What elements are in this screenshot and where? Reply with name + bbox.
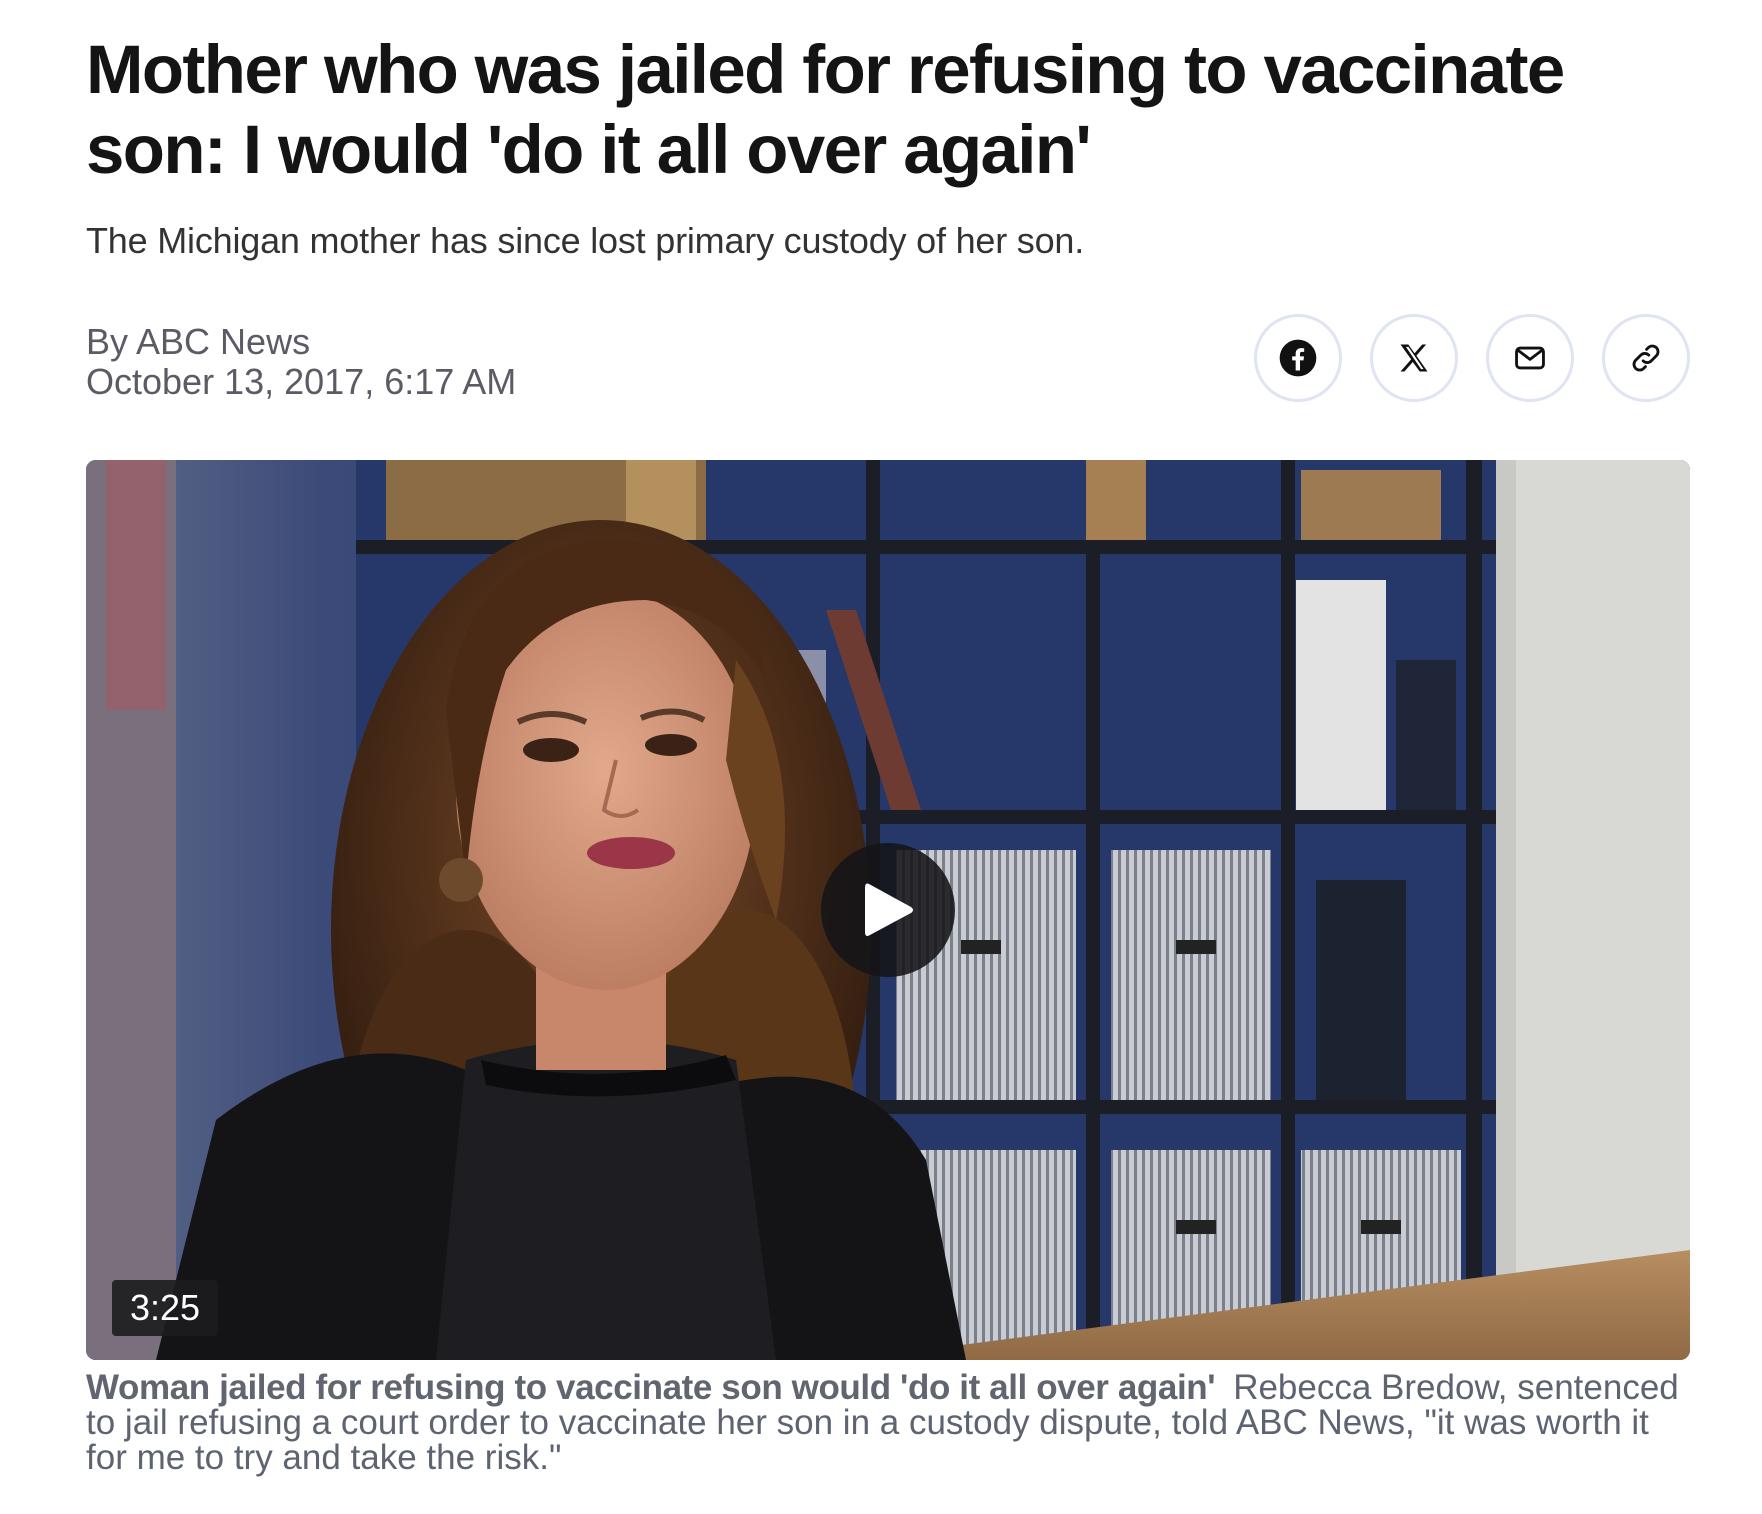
mail-icon [1515,346,1545,370]
video-duration-badge: 3:25 [112,1280,219,1336]
video-caption: Woman jailed for refusing to vaccinate s… [86,1370,1690,1475]
share-x-button[interactable] [1370,314,1458,402]
share-copy-link-button[interactable] [1602,314,1690,402]
byline[interactable]: By ABC News [86,321,310,362]
share-facebook-button[interactable] [1254,314,1342,402]
video-player[interactable]: 3:25 [86,460,1690,1360]
share-email-button[interactable] [1486,314,1574,402]
headline: Mother who was jailed for refusing to va… [86,31,1565,188]
article: Mother who was jailed for refusing to va… [86,30,1690,1475]
publish-date: October 13, 2017, 6:17 AM [86,361,517,402]
facebook-icon [1279,339,1317,377]
share-bar [1254,314,1690,402]
meta-row: By ABC News October 13, 2017, 6:17 AM [86,314,1690,414]
play-icon [865,883,913,936]
caption-title[interactable]: Woman jailed for refusing to vaccinate s… [86,1368,1216,1407]
dek: The Michigan mother has since lost prima… [86,220,1085,261]
x-icon [1400,344,1428,372]
byline-block: By ABC News October 13, 2017, 6:17 AM [86,322,516,402]
link-icon [1632,344,1660,372]
play-button[interactable] [821,843,955,977]
